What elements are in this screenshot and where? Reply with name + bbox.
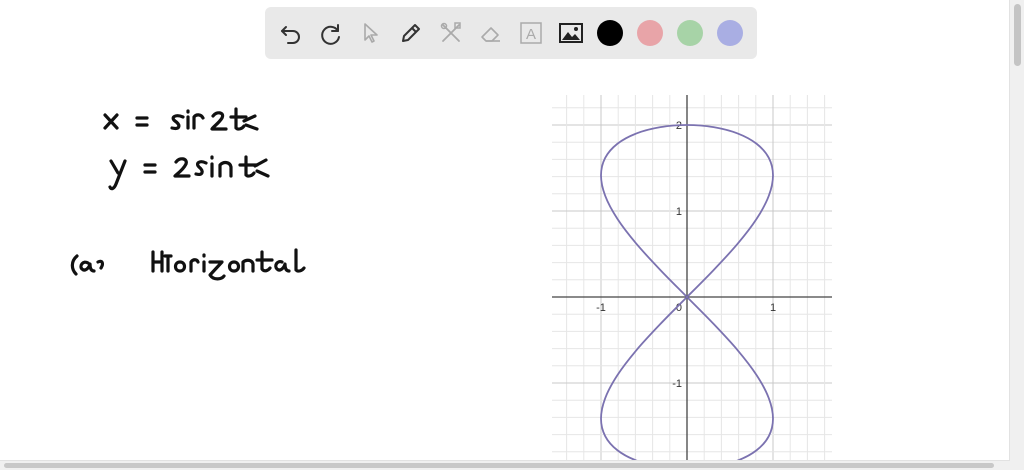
y-tick-label: 1 xyxy=(676,206,682,218)
handwritten-part-a-horizontal xyxy=(70,248,306,281)
horizontal-scrollbar[interactable] xyxy=(0,460,1010,470)
color-swatch-purple[interactable] xyxy=(717,20,743,46)
handwritten-notes xyxy=(70,107,306,281)
graph-grid xyxy=(552,95,832,460)
vertical-scrollbar[interactable] xyxy=(1009,0,1024,470)
x-tick-label: -1 xyxy=(596,302,606,314)
color-swatch-pink[interactable] xyxy=(637,20,663,46)
image-icon[interactable] xyxy=(557,19,585,47)
graph-tick-labels: -1 121-10 xyxy=(596,120,776,390)
handwritten-equation-x xyxy=(103,107,259,131)
color-swatch-green[interactable] xyxy=(677,20,703,46)
handwritten-equation-y xyxy=(108,155,270,191)
parametric-graph: -1 121-10 xyxy=(552,95,832,460)
horizontal-scrollbar-thumb[interactable] xyxy=(4,463,994,468)
color-swatch-black[interactable] xyxy=(597,20,623,46)
x-tick-label: 1 xyxy=(770,302,776,314)
vertical-scrollbar-thumb[interactable] xyxy=(1014,4,1021,66)
y-tick-label: -1 xyxy=(672,378,682,390)
